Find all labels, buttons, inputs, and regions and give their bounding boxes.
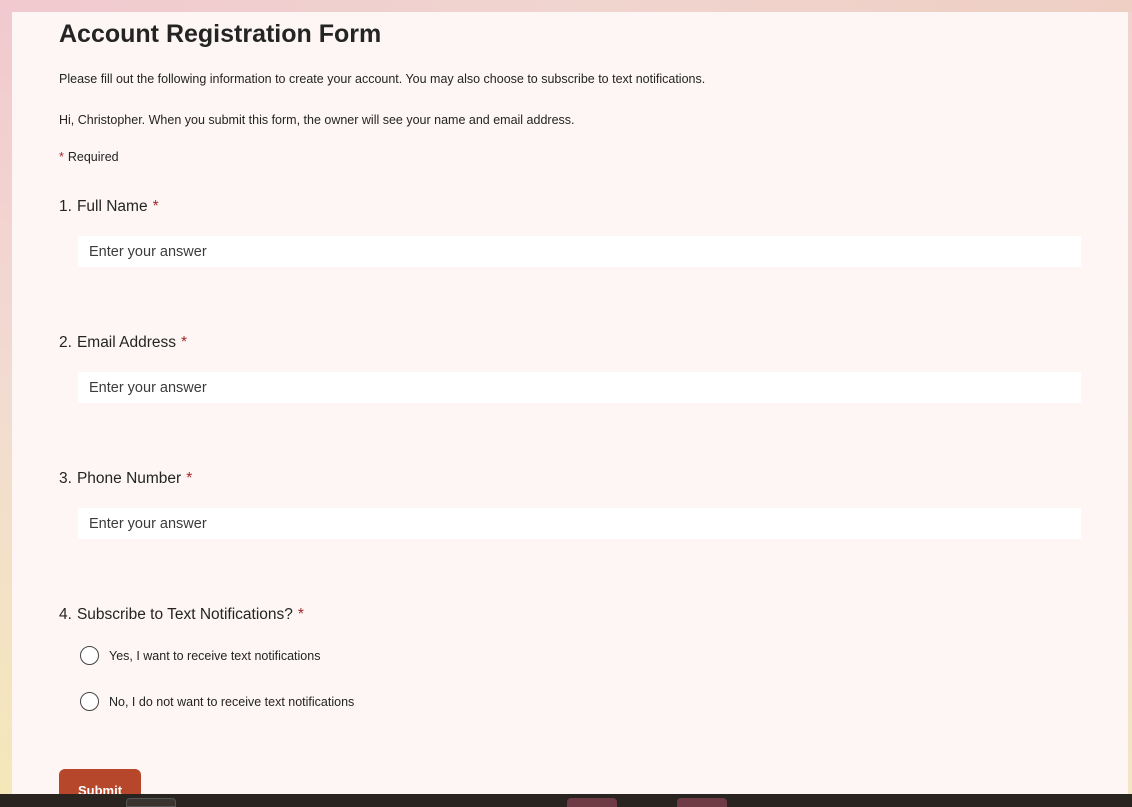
question-number: 2. — [59, 334, 72, 351]
question-number: 1. — [59, 198, 72, 215]
required-note: * Required — [59, 150, 119, 164]
required-label: Required — [67, 150, 119, 164]
radio-label: Yes, I want to receive text notification… — [109, 648, 321, 663]
radio-option-yes[interactable]: Yes, I want to receive text notification… — [80, 646, 320, 665]
question-label: Phone Number — [76, 470, 182, 487]
question-number: 4. — [59, 606, 72, 623]
question-full-name: 1. Full Name * — [59, 198, 159, 216]
taskbar — [0, 794, 1132, 807]
full-name-input[interactable] — [78, 236, 1081, 267]
question-label: Subscribe to Text Notifications? — [76, 606, 293, 623]
question-label: Full Name — [76, 198, 148, 215]
required-star: * — [297, 606, 304, 623]
background-top — [0, 0, 1132, 12]
question-phone-number: 3. Phone Number * — [59, 470, 192, 488]
taskbar-item[interactable] — [677, 798, 727, 807]
required-star: * — [181, 334, 188, 351]
required-star: * — [186, 470, 193, 487]
owner-notice: Hi, Christopher. When you submit this fo… — [59, 113, 575, 127]
question-email-address: 2. Email Address * — [59, 334, 187, 352]
radio-button[interactable] — [80, 646, 99, 665]
question-number: 3. — [59, 470, 72, 487]
background-left — [0, 0, 12, 807]
form-card: Account Registration Form Please fill ou… — [12, 12, 1128, 807]
phone-number-input[interactable] — [78, 508, 1081, 539]
radio-option-no[interactable]: No, I do not want to receive text notifi… — [80, 692, 354, 711]
form-description: Please fill out the following informatio… — [59, 72, 706, 86]
taskbar-item[interactable] — [567, 798, 617, 807]
email-address-input[interactable] — [78, 372, 1081, 403]
form-title: Account Registration Form — [59, 20, 382, 48]
question-label: Email Address — [76, 334, 177, 351]
question-subscribe-notifications: 4. Subscribe to Text Notifications? * — [59, 606, 304, 624]
required-star: * — [152, 198, 159, 215]
taskbar-item[interactable] — [126, 798, 176, 807]
radio-label: No, I do not want to receive text notifi… — [109, 694, 355, 709]
required-star: * — [59, 150, 64, 164]
radio-button[interactable] — [80, 692, 99, 711]
